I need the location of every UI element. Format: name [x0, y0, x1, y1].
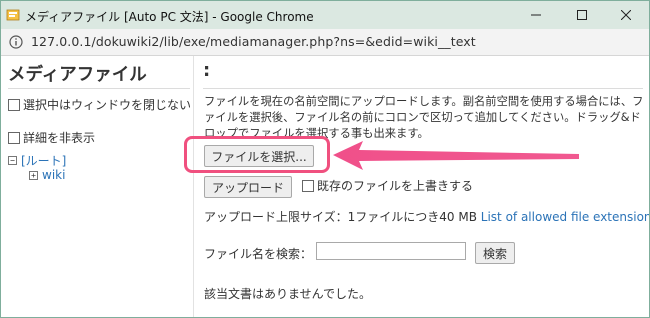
keep-window-open-label: 選択中はウィンドウを閉じない	[23, 98, 192, 112]
keep-window-open-option[interactable]: 選択中はウィンドウを閉じない	[8, 96, 191, 113]
sidebar: メディアファイル 選択中はウィンドウを閉じない 詳細を非表示 − [ルート] +…	[1, 56, 193, 317]
search-label: ファイル名を検索：	[204, 247, 313, 261]
no-results-message: 該当文書はありませんでした。	[204, 287, 372, 301]
close-button[interactable]	[603, 1, 649, 29]
address-bar[interactable]: 127.0.0.1/dokuwiki2/lib/exe/mediamanager…	[1, 29, 649, 56]
collapse-icon[interactable]: −	[8, 156, 17, 165]
window-title: メディアファイル [Auto PC 文法] - Google Chrome	[25, 10, 314, 24]
minimize-button[interactable]	[513, 1, 559, 29]
namespace-heading: :	[203, 60, 211, 81]
minimize-icon	[531, 14, 541, 16]
tree-child-link[interactable]: wiki	[42, 168, 65, 182]
hide-details-option[interactable]: 詳細を非表示	[8, 129, 95, 146]
upload-limit-text: アップロード上限サイズ：1ファイルにつき40 MB List of allowe…	[204, 208, 649, 225]
main-divider	[203, 88, 643, 89]
hide-details-checkbox[interactable]	[8, 131, 20, 144]
upload-description: ファイルを現在の名前空間にアップロードします。副名前空間を使用する場合には、ファ…	[204, 95, 644, 140]
overwrite-label: 既存のファイルを上書きする	[317, 179, 474, 193]
maximize-icon	[577, 10, 587, 20]
url-text[interactable]: 127.0.0.1/dokuwiki2/lib/exe/mediamanager…	[31, 34, 476, 49]
info-icon[interactable]	[9, 35, 23, 49]
tree-root-link[interactable]: [ルート]	[21, 152, 66, 169]
expand-icon[interactable]: +	[29, 170, 38, 180]
close-icon	[621, 10, 631, 20]
sidebar-divider	[8, 88, 190, 89]
tree-child: + wiki	[29, 168, 65, 182]
hide-details-label: 詳細を非表示	[23, 131, 96, 145]
overwrite-option[interactable]: 既存のファイルを上書きする	[302, 177, 473, 194]
allowed-extensions-link[interactable]: List of allowed file extensions	[481, 210, 649, 224]
search-button[interactable]: 検索	[475, 242, 515, 264]
overwrite-checkbox[interactable]	[302, 179, 314, 192]
browser-window: メディアファイル [Auto PC 文法] - Google Chrome 12…	[0, 0, 650, 318]
upload-button[interactable]: アップロード	[204, 176, 292, 198]
tree-root: − [ルート]	[8, 152, 66, 169]
sidebar-heading: メディアファイル	[8, 65, 147, 85]
keep-window-open-checkbox[interactable]	[8, 98, 20, 111]
title-bar: メディアファイル [Auto PC 文法] - Google Chrome	[1, 1, 649, 29]
maximize-button[interactable]	[559, 1, 605, 29]
highlight-box	[184, 136, 330, 173]
search-input[interactable]	[316, 242, 466, 260]
pointer-arrow	[333, 141, 579, 170]
upload-limit-label: アップロード上限サイズ：1ファイルにつき40 MB	[204, 210, 477, 224]
dokuwiki-app-icon	[6, 9, 20, 21]
